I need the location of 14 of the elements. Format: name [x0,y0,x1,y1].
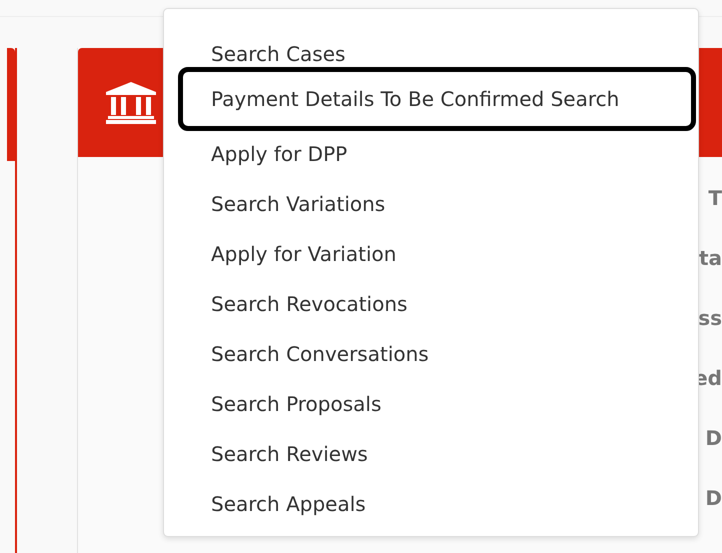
menu-item[interactable]: Search Reviews [178,424,696,474]
field-label: T [708,185,722,212]
field-label: ss [698,305,722,332]
menu-item[interactable]: Search Conversations [178,324,696,374]
menu-item[interactable]: Payment Details To Be Confirmed Search [178,67,696,131]
menu-item[interactable]: Search Variations [178,174,696,224]
bank-icon [106,82,156,124]
field-label: D [705,425,722,452]
menu-item[interactable]: Apply for Variation [178,224,696,274]
field-label: D [705,485,722,512]
menu-item[interactable]: Search Proposals [178,374,696,424]
menu-item[interactable]: Search Appeals [178,474,696,524]
menu-item[interactable]: Search Revocations [178,274,696,324]
field-label: ta [698,245,722,272]
